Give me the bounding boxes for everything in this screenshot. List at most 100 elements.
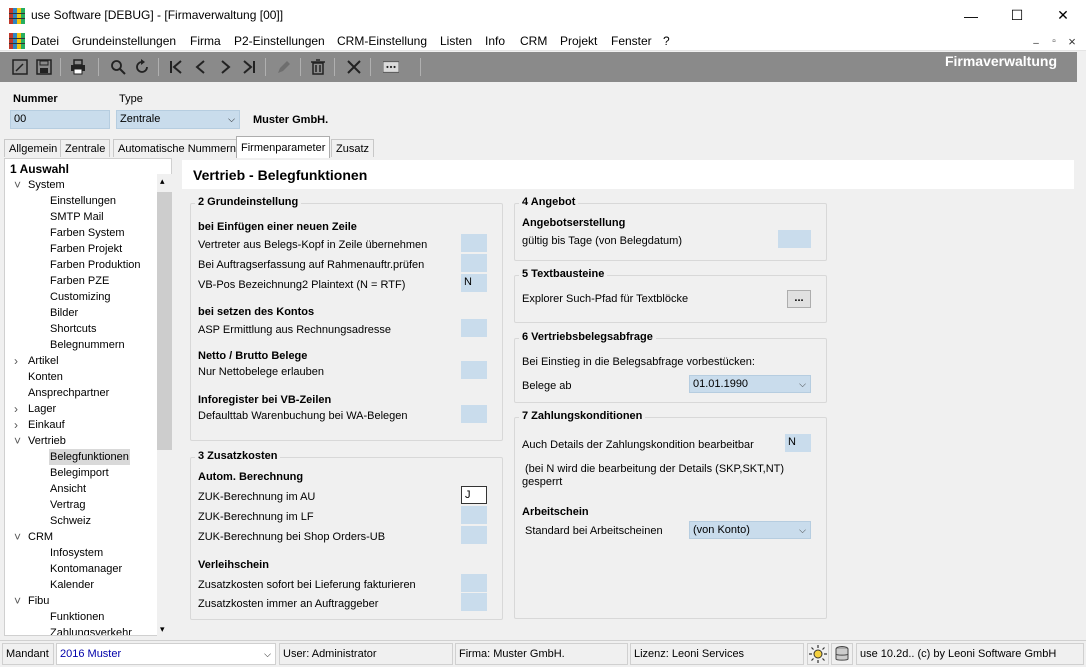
collapse-icon[interactable]: ˅: [14, 595, 23, 607]
field-bezeichnung2-plaintext[interactable]: N: [461, 274, 487, 292]
tree-item[interactable]: ˅ CRM: [5, 529, 157, 545]
next-record-button[interactable]: [215, 57, 235, 77]
tree-item[interactable]: Farben System: [5, 225, 157, 241]
tree-scrollbar-thumb[interactable]: [157, 192, 172, 450]
sun-icon: [809, 645, 827, 663]
last-record-button[interactable]: [239, 57, 259, 77]
close-button[interactable]: ✕: [1040, 0, 1086, 31]
expand-icon[interactable]: ›: [14, 355, 23, 367]
tree-item[interactable]: Bilder: [5, 305, 157, 321]
tree-item[interactable]: Einstellungen: [5, 193, 157, 209]
menu-fenster[interactable]: Fenster: [611, 34, 652, 48]
scroll-down-icon[interactable]: ▾: [160, 624, 165, 635]
menu-firma[interactable]: Firma: [190, 34, 221, 48]
tree-item[interactable]: Konten: [5, 369, 157, 385]
first-record-button[interactable]: [166, 57, 186, 77]
tree-item[interactable]: Schweiz: [5, 513, 157, 529]
tab-zentrale[interactable]: Zentrale: [60, 139, 111, 157]
tree-item[interactable]: › Lager: [5, 401, 157, 417]
cancel-button[interactable]: [344, 57, 364, 77]
tab-allgemein[interactable]: Allgemein: [4, 139, 63, 157]
tree-item[interactable]: ˅ Vertrieb: [5, 433, 157, 449]
tree-item[interactable]: 1 Auswahl: [5, 161, 157, 177]
tree-item[interactable]: Farben PZE: [5, 273, 157, 289]
mdi-restore-button[interactable]: ▫: [1046, 34, 1062, 50]
print-button[interactable]: [68, 57, 88, 77]
collapse-icon[interactable]: ˅: [14, 435, 23, 447]
menu-app-icon[interactable]: [9, 33, 25, 49]
tree-item[interactable]: Belegimport: [5, 465, 157, 481]
field-rahmenauftrag-pruefen[interactable]: [461, 254, 487, 272]
tree-item[interactable]: Shortcuts: [5, 321, 157, 337]
previous-record-button[interactable]: [191, 57, 211, 77]
menu-projekt[interactable]: Projekt: [560, 34, 597, 48]
tab-automatische-nummern[interactable]: Automatische Nummern: [113, 139, 241, 157]
refresh-button[interactable]: [132, 57, 152, 77]
menu-p2-einstellungen[interactable]: P2-Einstellungen: [234, 34, 325, 48]
field-zuk-au[interactable]: J: [461, 486, 487, 504]
new-record-button[interactable]: [10, 57, 30, 77]
belege-ab-date-picker[interactable]: 01.01.1990 ⌵: [689, 375, 811, 393]
mandant-select[interactable]: 2016 Muster ⌵: [56, 643, 276, 665]
tree-item[interactable]: Belegnummern: [5, 337, 157, 353]
delete-button[interactable]: [308, 57, 328, 77]
menu-grundeinstellungen[interactable]: Grundeinstellungen: [72, 34, 176, 48]
field-zuk-shop-orders[interactable]: [461, 526, 487, 544]
field-nettobelege[interactable]: [461, 361, 487, 379]
tree-item[interactable]: › Artikel: [5, 353, 157, 369]
collapse-icon[interactable]: ˅: [14, 179, 23, 191]
nummer-input[interactable]: 00: [10, 110, 110, 129]
field-details-bearbeitbar[interactable]: N: [785, 434, 811, 452]
tree-item[interactable]: SMTP Mail: [5, 209, 157, 225]
menu-crm[interactable]: CRM: [520, 34, 547, 48]
search-button[interactable]: [108, 57, 128, 77]
mdi-minimize-button[interactable]: –: [1028, 36, 1044, 52]
tree-item[interactable]: Infosystem: [5, 545, 157, 561]
tree-item[interactable]: Kontomanager: [5, 561, 157, 577]
navigation-tree[interactable]: 1 Auswahl ˅ System Einstellungen SMTP Mail Fa…: [4, 158, 172, 636]
tree-item[interactable]: Farben Projekt: [5, 241, 157, 257]
tree-item[interactable]: ˅ System: [5, 177, 157, 193]
field-asp-ermittlung[interactable]: [461, 319, 487, 337]
tree-item[interactable]: Kalender: [5, 577, 157, 593]
field-gueltig-bis-tage[interactable]: [778, 230, 811, 248]
browse-path-button[interactable]: ...: [787, 290, 811, 308]
field-zuk-lf[interactable]: [461, 506, 487, 524]
tree-item[interactable]: Vertrag: [5, 497, 157, 513]
save-button[interactable]: [34, 57, 54, 77]
tree-item[interactable]: Farben Produktion: [5, 257, 157, 273]
field-zusatzkosten-auftraggeber[interactable]: [461, 593, 487, 611]
tree-item[interactable]: Customizing: [5, 289, 157, 305]
standard-arbeitschein-select[interactable]: (von Konto) ⌵: [689, 521, 811, 539]
tree-item[interactable]: › Einkauf: [5, 417, 157, 433]
status-sun-button[interactable]: [807, 643, 829, 665]
refresh-icon: [136, 59, 148, 73]
expand-icon[interactable]: ›: [14, 419, 23, 431]
tree-item[interactable]: ˅ Fibu: [5, 593, 157, 609]
maximize-button[interactable]: ☐: [994, 0, 1040, 31]
tab-firmenparameter[interactable]: Firmenparameter: [236, 136, 331, 158]
more-button[interactable]: [380, 57, 402, 77]
tree-item[interactable]: Funktionen: [5, 609, 157, 625]
status-database-button[interactable]: [831, 643, 853, 665]
menu-listen[interactable]: Listen: [440, 34, 472, 48]
menu-info[interactable]: Info: [485, 34, 505, 48]
menu-help[interactable]: ?: [663, 34, 670, 48]
field-defaulttab-warenbuchung[interactable]: [461, 405, 487, 423]
minimize-button[interactable]: —: [948, 0, 994, 31]
edit-button[interactable]: [274, 57, 294, 77]
tree-item[interactable]: Ansicht: [5, 481, 157, 497]
field-vertreter-uebernehmen[interactable]: [461, 234, 487, 252]
menu-datei[interactable]: Datei: [31, 34, 59, 48]
scroll-up-icon[interactable]: ▴: [160, 176, 165, 187]
expand-icon[interactable]: ›: [14, 403, 23, 415]
mdi-close-button[interactable]: ×: [1064, 34, 1080, 50]
collapse-icon[interactable]: ˅: [14, 531, 23, 543]
field-zusatzkosten-sofort[interactable]: [461, 574, 487, 592]
tree-item[interactable]: Ansprechpartner: [5, 385, 157, 401]
tree-item[interactable]: Belegfunktionen: [5, 449, 157, 465]
tab-zusatz[interactable]: Zusatz: [331, 139, 375, 157]
tree-item[interactable]: Zahlungsverkehr: [5, 625, 157, 635]
menu-crm-einstellung[interactable]: CRM-Einstellung: [337, 34, 427, 48]
type-select[interactable]: Zentrale ⌵: [116, 110, 240, 129]
